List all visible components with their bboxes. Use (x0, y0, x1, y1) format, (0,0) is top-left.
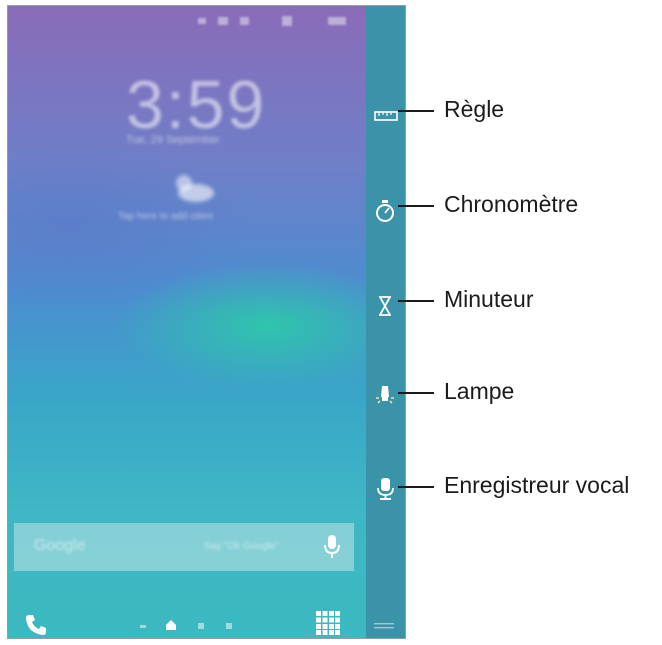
callout-label-stopwatch: Chronomètre (444, 191, 579, 217)
page-indicator[interactable] (138, 619, 248, 633)
callout-label-torch: Lampe (444, 378, 515, 404)
callout-line (398, 392, 434, 394)
weather-hint[interactable]: Tap here to add cities (118, 211, 213, 222)
lockscreen-date: Tue, 29 September (126, 134, 220, 146)
ruler-icon[interactable] (373, 104, 399, 128)
callout-label-timer: Minuteur (444, 286, 534, 312)
callout-line (398, 486, 434, 488)
callout-line (398, 300, 434, 302)
torch-icon[interactable] (373, 383, 399, 407)
callout-label-ruler: Règle (444, 96, 505, 122)
edge-panel (366, 6, 405, 638)
page-dot[interactable] (198, 623, 204, 629)
weather-icon (176, 175, 214, 202)
bottom-dock (8, 594, 366, 638)
search-hint: Say "Ok Google" (204, 541, 279, 552)
callout-label-voice-recorder: Enregistreur vocal (444, 472, 630, 498)
lockscreen-wallpaper: 3:59 Tue, 29 September Tap here to add c… (8, 6, 366, 638)
stopwatch-icon[interactable] (373, 199, 399, 223)
phone-icon[interactable] (25, 614, 47, 636)
status-bar (198, 16, 346, 26)
apps-grid-icon[interactable] (316, 611, 340, 635)
callout-line (398, 110, 434, 112)
lockscreen-clock: 3:59 (126, 67, 267, 143)
voice-recorder-icon[interactable] (373, 477, 399, 501)
edge-handle[interactable] (374, 623, 394, 629)
search-brand: Google (34, 537, 86, 554)
mic-icon[interactable] (324, 534, 340, 560)
phone-screen: 3:59 Tue, 29 September Tap here to add c… (7, 5, 406, 639)
google-search-bar[interactable]: Google Say "Ok Google" (14, 523, 354, 571)
hourglass-icon[interactable] (373, 294, 399, 318)
page-dot[interactable] (140, 625, 146, 628)
home-page-icon[interactable] (166, 620, 176, 630)
callout-line (398, 205, 434, 207)
page-dot[interactable] (226, 623, 232, 629)
